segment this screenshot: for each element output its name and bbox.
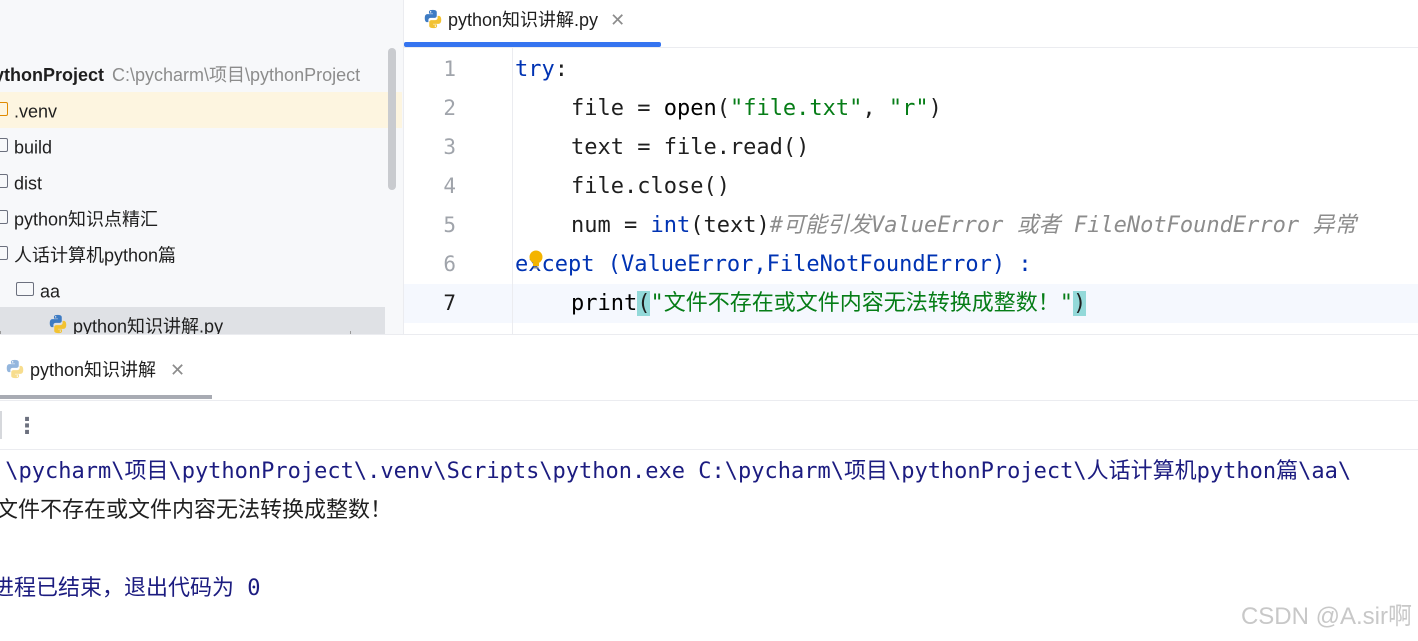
tree-item-label: build: [14, 137, 53, 158]
folder-icon: [16, 282, 34, 297]
run-tab[interactable]: python知识讲解 ✕: [4, 355, 185, 385]
line-number: 7: [443, 291, 456, 315]
project-root[interactable]: ythonProject C:\pycharm\项目\pythonProject: [0, 62, 360, 88]
code-line-4: file.close(): [515, 167, 730, 206]
folder-icon: [0, 138, 8, 153]
code-line-2: file = open("file.txt", "r"): [515, 89, 942, 128]
folder-icon: [0, 102, 8, 117]
run-toolbar: ⋮: [0, 400, 1418, 450]
close-icon[interactable]: ✕: [170, 360, 185, 380]
line-number: 2: [443, 96, 456, 120]
string-token: "文件不存在或文件内容无法转换成整数！": [650, 291, 1073, 316]
python-file-icon: [424, 10, 442, 29]
code-line-5: num = int(text)#可能引发ValueError 或者 FileNo…: [515, 206, 1356, 245]
tree-item-aa[interactable]: aa: [16, 272, 60, 308]
line-number: 3: [443, 135, 456, 159]
folder-icon: [0, 174, 8, 189]
console-output-line: 文件不存在或文件内容无法转换成整数！: [0, 498, 393, 523]
line-number: 4: [443, 174, 456, 198]
toolbar-separator: [0, 411, 2, 439]
code-token: ,: [862, 96, 889, 121]
keyword-token: try: [515, 57, 555, 82]
code-token: (ValueError,FileNotFoundError) :: [594, 252, 1032, 277]
code-token: file =: [571, 96, 664, 121]
line-number: 5: [443, 213, 456, 237]
tree-item-dist[interactable]: dist: [0, 164, 42, 200]
function-token: print: [571, 291, 638, 316]
tree-item-label: 人话计算机python篇: [14, 245, 177, 266]
project-tree: ythonProject C:\pycharm\项目\pythonProject …: [0, 0, 404, 334]
code-token: :: [554, 57, 568, 82]
tree-item-label: python知识点精汇: [14, 209, 159, 230]
lightbulb-icon[interactable]: [528, 250, 544, 270]
code-line-1: try:: [515, 50, 568, 89]
tree-item-venv[interactable]: .venv: [0, 92, 402, 128]
code-token: (text): [690, 213, 770, 238]
string-token: "file.txt": [729, 96, 863, 121]
string-token: "r": [888, 96, 929, 121]
editor-tab-label: python知识讲解.py: [448, 10, 599, 30]
comment-token: #可能引发ValueError 或者 FileNotFoundError 异常: [769, 213, 1357, 238]
project-root-path: C:\pycharm\项目\pythonProject: [112, 65, 361, 85]
gutter-divider: [512, 48, 513, 334]
code-token: num =: [571, 213, 651, 238]
keyword-token: except: [515, 252, 595, 277]
watermark: CSDN @A.sir啊: [1240, 603, 1412, 630]
code-editor[interactable]: try: file = open("file.txt", "r") text =…: [515, 50, 1418, 330]
line-number: 6: [443, 252, 456, 276]
tree-item-label: dist: [14, 173, 43, 194]
editor-tab-bar: python知识讲解.py ✕: [404, 0, 1418, 48]
close-icon[interactable]: ✕: [610, 10, 625, 30]
tree-item-label: .venv: [14, 101, 58, 122]
editor-tab-python-file[interactable]: python知识讲解.py ✕: [422, 0, 625, 44]
builtin-token: int: [650, 213, 691, 238]
run-tab-label: python知识讲解: [30, 360, 157, 380]
console-command-line: :\pycharm\项目\pythonProject\.venv\Scripts…: [0, 459, 1352, 484]
code-line-3: text = file.read(): [515, 128, 809, 167]
tree-item-python-file[interactable]: python知识讲解.py: [0, 307, 385, 334]
tree-item-python-knowledge[interactable]: python知识点精汇: [0, 200, 158, 236]
project-root-name: ythonProject: [0, 65, 105, 85]
tree-item-build[interactable]: build: [0, 128, 52, 164]
line-number-gutter: 1 2 3 4 5 6 7: [404, 48, 512, 334]
code-token: ): [928, 96, 942, 121]
code-token: (: [716, 96, 730, 121]
run-tab-indicator: [0, 395, 212, 399]
matched-brace: ): [1072, 291, 1087, 316]
code-line-7: print("文件不存在或文件内容无法转换成整数！"): [515, 284, 1087, 323]
folder-icon: [0, 210, 8, 225]
more-options-icon[interactable]: ⋮: [16, 413, 38, 439]
code-token: text = file.read(): [571, 135, 810, 160]
tree-scrollbar[interactable]: [388, 48, 396, 190]
tree-item-label: aa: [40, 281, 61, 302]
code-line-6: except (ValueError,FileNotFoundError) :: [515, 245, 1032, 284]
run-console[interactable]: :\pycharm\项目\pythonProject\.venv\Scripts…: [0, 452, 1418, 641]
folder-icon: [0, 246, 8, 261]
python-run-icon: [6, 360, 24, 379]
console-exit-line: 进程已结束，退出代码为 0: [0, 576, 261, 601]
matched-brace: (: [637, 291, 651, 316]
run-panel-header: python知识讲解 ✕: [0, 334, 1418, 400]
tree-item-computer-python[interactable]: 人话计算机python篇: [0, 236, 176, 272]
function-token: open: [663, 96, 717, 121]
code-token: file.close(): [571, 174, 730, 199]
active-tab-indicator: [404, 42, 661, 47]
line-number: 1: [443, 57, 456, 81]
